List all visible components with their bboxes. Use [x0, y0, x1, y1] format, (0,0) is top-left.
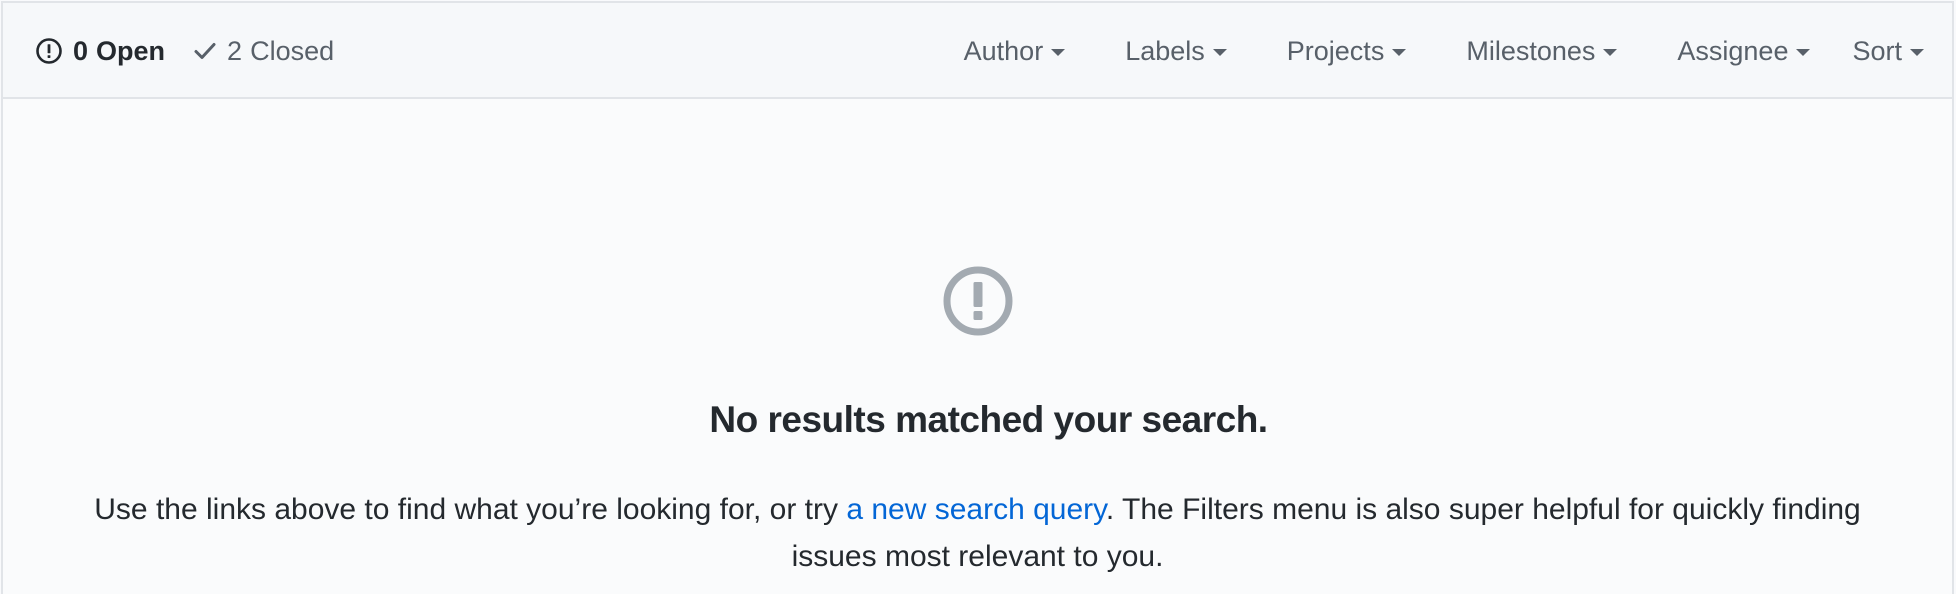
check-icon: [193, 39, 217, 63]
issue-state-toggles: 0 Open 2 Closed: [35, 3, 334, 99]
issues-panel: 0 Open 2 Closed Author Labels Projects M…: [1, 1, 1954, 594]
closed-issues-link[interactable]: 2 Closed: [193, 36, 334, 67]
description-text-before: Use the links above to find what you’re …: [94, 493, 847, 526]
author-filter-label: Author: [963, 35, 1044, 66]
closed-label: Closed: [250, 35, 335, 66]
assignee-filter-dropdown[interactable]: Assignee: [1677, 35, 1811, 67]
chevron-down-icon: [1212, 49, 1227, 56]
new-search-query-link[interactable]: a new search query: [846, 493, 1106, 526]
chevron-down-icon: [1796, 49, 1811, 56]
author-filter-dropdown[interactable]: Author: [964, 36, 1066, 67]
sort-label: Sort: [1852, 35, 1902, 66]
issues-header: 0 Open 2 Closed Author Labels Projects M…: [3, 3, 1952, 99]
assignee-filter-label: Assignee: [1677, 35, 1789, 66]
issue-opened-icon: [942, 265, 1014, 337]
open-label: Open: [96, 35, 166, 66]
closed-count: 2: [227, 35, 243, 66]
sort-dropdown[interactable]: Sort: [1852, 36, 1924, 67]
open-issues-link[interactable]: 0 Open: [35, 36, 165, 67]
milestones-filter-label: Milestones: [1466, 35, 1596, 66]
blankslate-description: Use the links above to find what you’re …: [63, 486, 1892, 580]
open-count: 0: [73, 35, 89, 66]
labels-filter-dropdown[interactable]: Labels: [1125, 36, 1227, 67]
labels-filter-label: Labels: [1125, 35, 1205, 66]
chevron-down-icon: [1603, 49, 1618, 56]
chevron-down-icon: [1910, 49, 1924, 56]
chevron-down-icon: [1051, 49, 1066, 56]
filter-menus: Author Labels Projects Milestones Assign…: [964, 3, 1924, 99]
blankslate-title: No results matched your search.: [709, 399, 1268, 440]
projects-filter-dropdown[interactable]: Projects: [1287, 36, 1407, 67]
blankslate: No results matched your search. Use the …: [3, 99, 1952, 594]
milestones-filter-dropdown[interactable]: Milestones: [1466, 35, 1618, 67]
chevron-down-icon: [1392, 49, 1407, 56]
issue-opened-icon: [35, 37, 63, 65]
projects-filter-label: Projects: [1286, 35, 1385, 66]
